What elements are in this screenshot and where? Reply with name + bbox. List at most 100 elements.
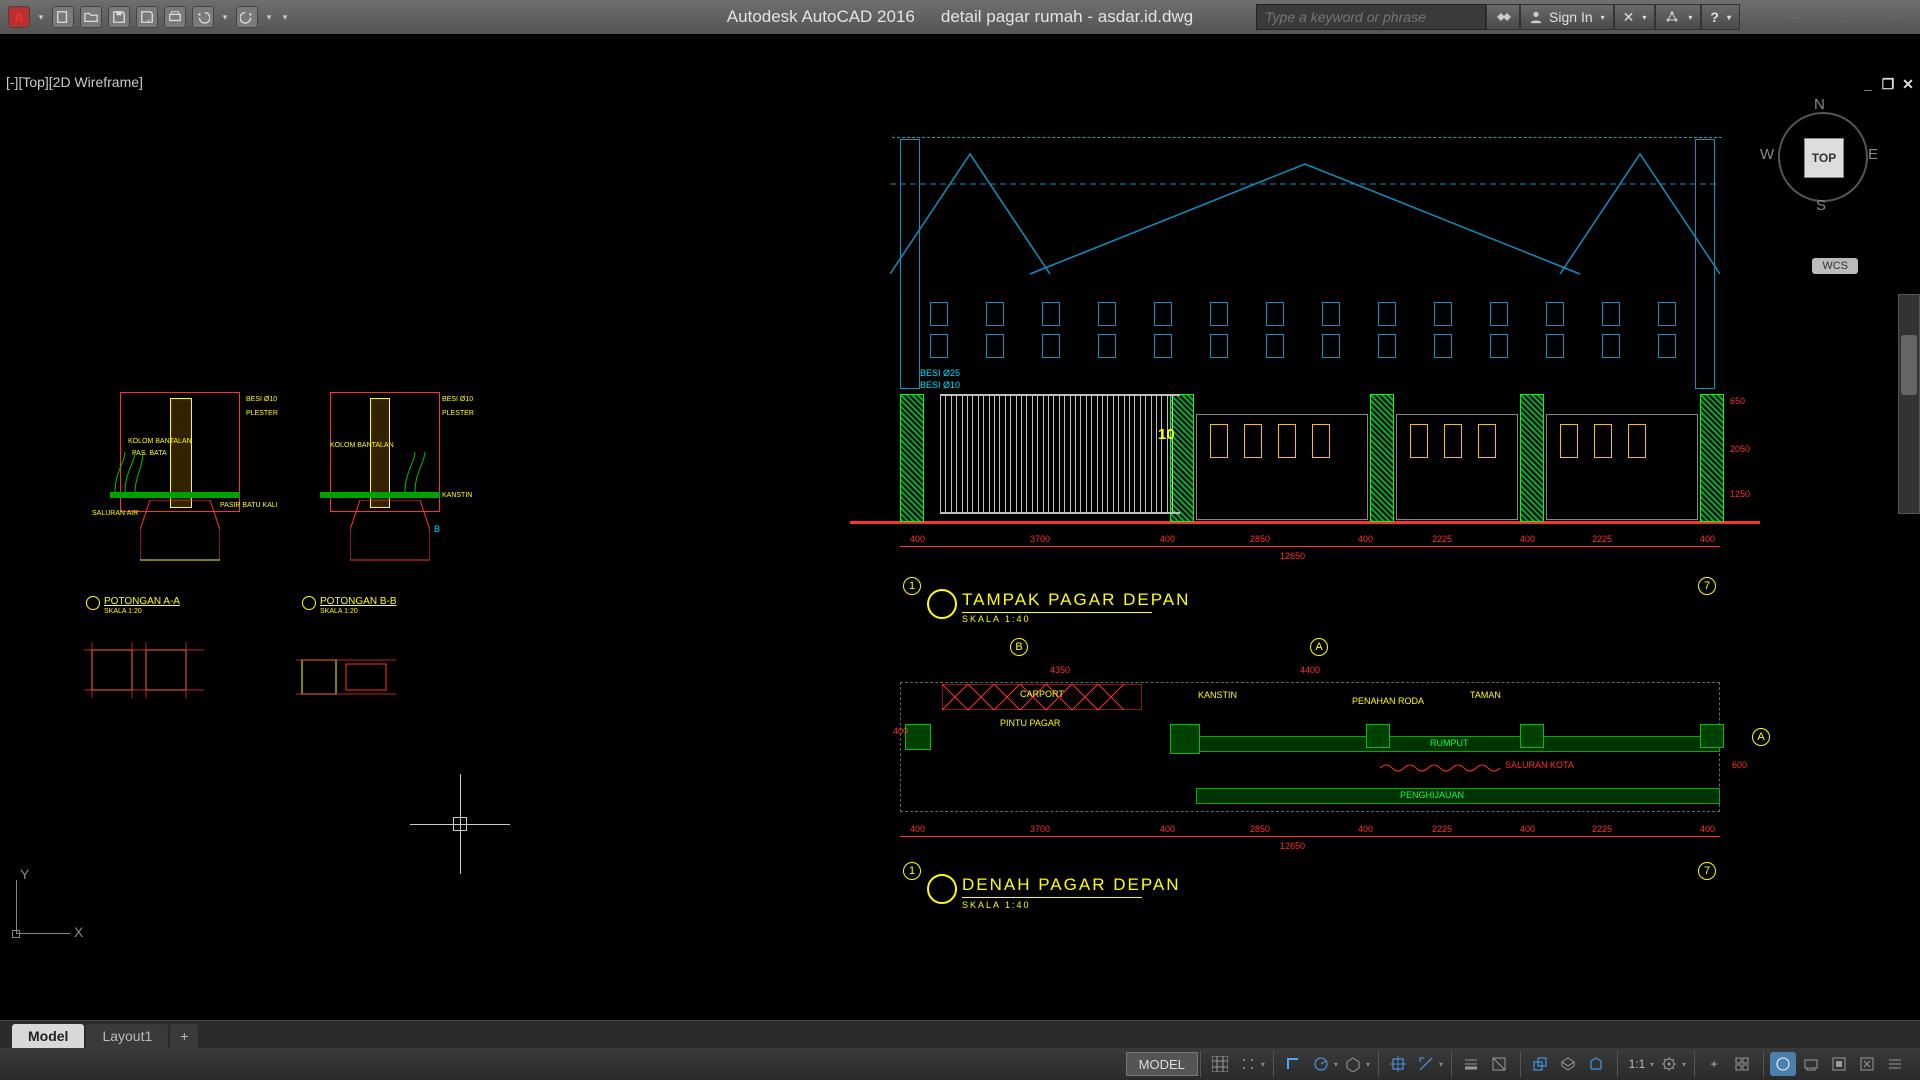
bubble-7-plan: 7 xyxy=(1698,862,1716,880)
drawing-minimize-button[interactable]: _ xyxy=(1860,76,1876,93)
plan-title-circle xyxy=(927,874,957,904)
plan-taman: TAMAN xyxy=(1470,690,1501,700)
vertical-scrollbar[interactable] xyxy=(1898,294,1920,514)
polar-button[interactable] xyxy=(1308,1052,1334,1076)
tab-add[interactable]: + xyxy=(170,1024,198,1048)
annotation-monitor-button[interactable]: + xyxy=(1701,1052,1727,1076)
clean-screen-button[interactable] xyxy=(1854,1052,1880,1076)
app-menu-button[interactable]: A xyxy=(8,6,30,28)
otrack-button[interactable] xyxy=(1413,1052,1439,1076)
help-button[interactable]: ?▾ xyxy=(1701,4,1740,30)
bubble-b: B xyxy=(1010,638,1028,656)
selection-cycling-button[interactable] xyxy=(1527,1052,1553,1076)
section-aa: BESI Ø10 PLESTER KOLOM BANTALAN PAS. BAT… xyxy=(90,392,290,612)
isodraft-button[interactable] xyxy=(1340,1052,1366,1076)
dim-total-plan: 12650 xyxy=(1280,841,1305,851)
gate-number: 10 xyxy=(1158,426,1175,443)
qat-customize-dropdown[interactable]: ▾ xyxy=(280,12,290,23)
3dosnap-button[interactable] xyxy=(1555,1052,1581,1076)
lineweight-button[interactable] xyxy=(1458,1052,1484,1076)
viewcube[interactable]: TOP N S E W xyxy=(1760,94,1880,214)
osnap-button[interactable] xyxy=(1385,1052,1411,1076)
bubble-a: A xyxy=(1310,638,1328,656)
drawing-canvas[interactable]: [-][Top][2D Wireframe] _ ❐ ✕ TOP N S E W… xyxy=(0,34,1920,1020)
customization-button[interactable] xyxy=(1882,1052,1908,1076)
undo-dropdown[interactable]: ▾ xyxy=(220,12,230,23)
exchange-apps-button[interactable]: ✕▾ xyxy=(1614,4,1656,30)
viewport-label[interactable]: [-][Top][2D Wireframe] xyxy=(6,74,143,90)
plan-kanstin: KANSTIN xyxy=(1198,690,1237,700)
viewcube-south[interactable]: S xyxy=(1816,197,1826,214)
viewcube-east[interactable]: E xyxy=(1868,146,1878,163)
wcs-label[interactable]: WCS xyxy=(1812,258,1858,274)
annotation-scale-button[interactable]: 1:1 xyxy=(1624,1052,1650,1076)
drawing-window-controls: _ ❐ ✕ xyxy=(1860,76,1916,93)
isolate-objects-button[interactable] xyxy=(1826,1052,1852,1076)
hardware-accel-button[interactable] xyxy=(1798,1052,1824,1076)
layout-tabs: Model Layout1 + xyxy=(0,1020,1920,1048)
tab-model[interactable]: Model xyxy=(12,1024,84,1048)
dim-total-elev: 12650 xyxy=(1280,551,1305,561)
open-button[interactable] xyxy=(80,6,102,28)
redo-button[interactable] xyxy=(236,6,258,28)
plan-dim-side-1: 600 xyxy=(1732,760,1747,770)
search-input[interactable] xyxy=(1256,4,1486,30)
plan-scale: SKALA 1:40 xyxy=(962,900,1031,910)
dynamic-ucs-button[interactable] xyxy=(1583,1052,1609,1076)
plan-title: DENAH PAGAR DEPAN xyxy=(962,875,1181,895)
plan-dim-side-0: 400 xyxy=(893,726,908,736)
sign-in-button[interactable]: Sign In ▾ xyxy=(1520,4,1614,30)
plan-rumput: RUMPUT xyxy=(1430,738,1469,748)
dim-carport: 4350 xyxy=(1050,665,1070,675)
elev-title-circle xyxy=(927,589,957,619)
grid-button[interactable] xyxy=(1207,1052,1233,1076)
minimize-button[interactable]: ─ xyxy=(1770,0,1820,34)
ortho-button[interactable] xyxy=(1280,1052,1306,1076)
elev-scale: SKALA 1:40 xyxy=(962,614,1031,624)
title-text: Autodesk AutoCAD 2016 detail pagar rumah… xyxy=(727,7,1193,27)
detail-rebar-1 xyxy=(84,642,214,722)
plot-button[interactable] xyxy=(164,6,186,28)
quick-properties-button[interactable] xyxy=(1770,1052,1796,1076)
drawing-close-button[interactable]: ✕ xyxy=(1900,76,1916,93)
viewcube-north[interactable]: N xyxy=(1814,96,1825,113)
redo-dropdown[interactable]: ▾ xyxy=(264,12,274,23)
a360-button[interactable]: ▾ xyxy=(1655,4,1701,30)
bubble-7-elev: 7 xyxy=(1698,577,1716,595)
workspace-button[interactable] xyxy=(1656,1052,1682,1076)
drawing-maximize-button[interactable]: ❐ xyxy=(1880,76,1896,93)
bubble-1-plan: 1 xyxy=(903,862,921,880)
app-menu-dropdown[interactable]: ▾ xyxy=(36,12,46,23)
infocenter-button[interactable] xyxy=(1486,4,1520,30)
plan-saluran: SALURAN KOTA xyxy=(1505,760,1574,770)
scrollbar-thumb[interactable] xyxy=(1901,335,1917,395)
status-model-button[interactable]: MODEL xyxy=(1126,1052,1198,1076)
dim-r3: 1250 xyxy=(1730,489,1750,499)
tab-layout1[interactable]: Layout1 xyxy=(86,1024,168,1048)
app-name: Autodesk AutoCAD 2016 xyxy=(727,7,915,27)
dim-plan-right: 4400 xyxy=(1300,665,1320,675)
plan-carport: CARPORT xyxy=(1020,689,1064,699)
viewcube-west[interactable]: W xyxy=(1760,146,1774,163)
undo-button[interactable] xyxy=(192,6,214,28)
section-bb-scale: SKALA 1:20 xyxy=(320,608,358,615)
saveas-button[interactable] xyxy=(136,6,158,28)
plan-pintu: PINTU PAGAR xyxy=(1000,718,1060,728)
new-button[interactable] xyxy=(52,6,74,28)
maximize-button[interactable]: ☐ xyxy=(1820,0,1870,34)
rebar-label-2: BESI Ø10 xyxy=(920,380,960,390)
rebar-label-1: BESI Ø25 xyxy=(920,368,960,378)
section-bb: BESI Ø10 PLESTER KOLOM BANTALAN KANSTIN … xyxy=(310,392,490,612)
section-aa-title: POTONGAN A-A xyxy=(104,596,180,607)
viewcube-top-face[interactable]: TOP xyxy=(1804,138,1844,178)
save-button[interactable] xyxy=(108,6,130,28)
dim-r1: 650 xyxy=(1730,396,1745,406)
units-button[interactable] xyxy=(1729,1052,1755,1076)
sign-in-label: Sign In xyxy=(1549,9,1593,25)
snap-mode-button[interactable] xyxy=(1235,1052,1261,1076)
plan-penghijauan: PENGHIJAUAN xyxy=(1400,790,1464,800)
transparency-button[interactable] xyxy=(1486,1052,1512,1076)
elev-title: TAMPAK PAGAR DEPAN xyxy=(962,590,1190,610)
detail-rebar-2 xyxy=(296,654,396,724)
close-button[interactable]: ✕ xyxy=(1870,0,1920,34)
